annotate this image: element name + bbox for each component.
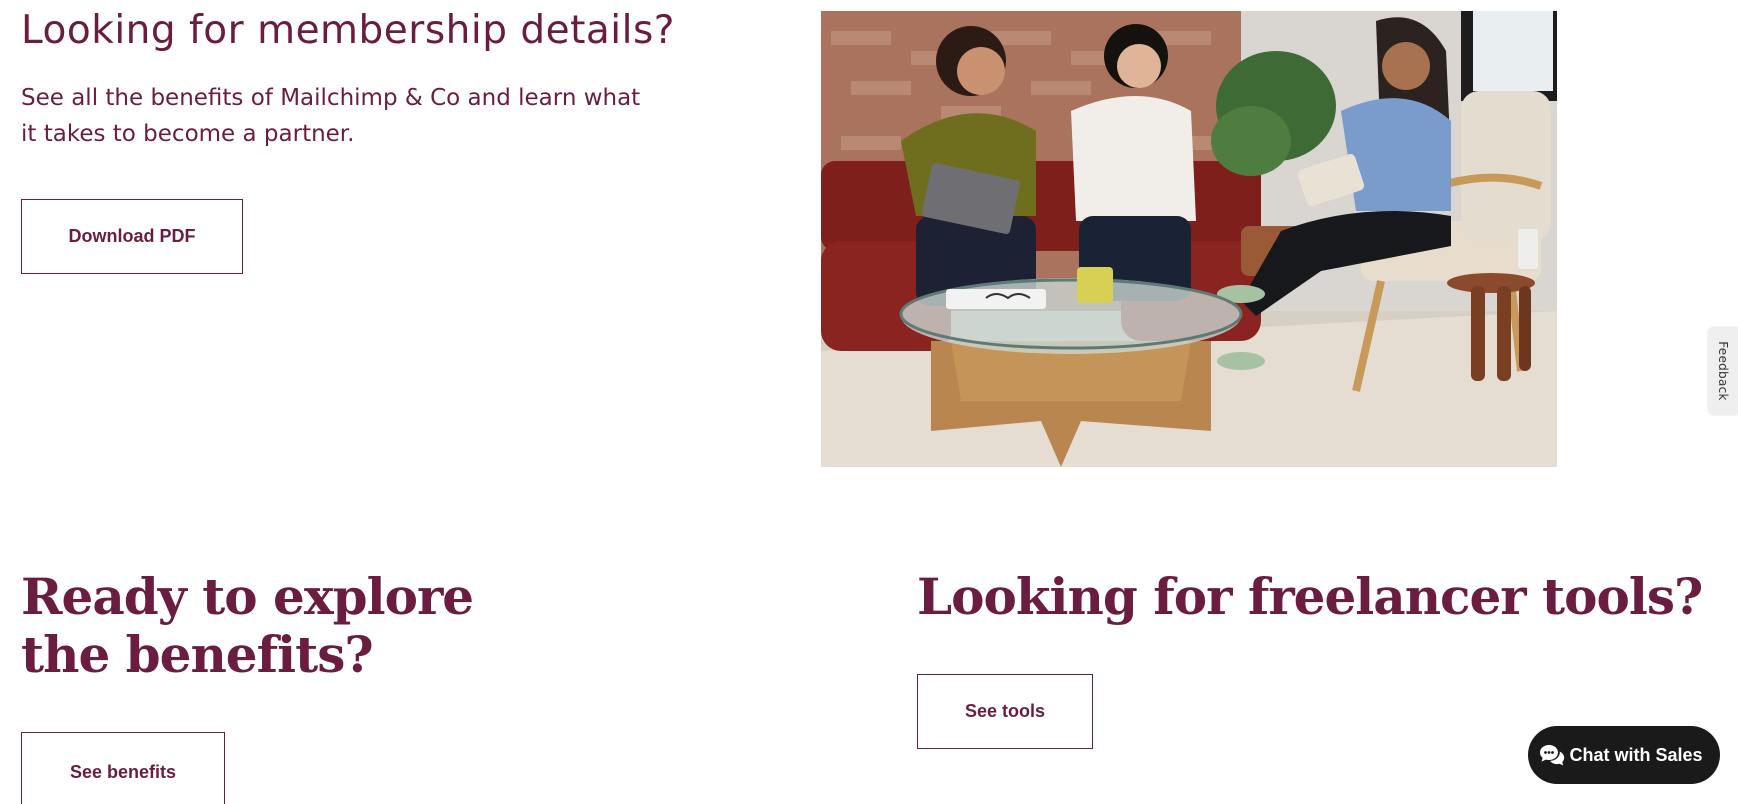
chat-with-sales-button[interactable]: Chat with Sales <box>1528 726 1720 784</box>
partner-page: Looking for membership details? See all … <box>0 0 1738 804</box>
membership-heading: Looking for membership details? <box>21 8 675 53</box>
download-pdf-button[interactable]: Download PDF <box>21 199 243 274</box>
chat-with-sales-label: Chat with Sales <box>1569 744 1703 765</box>
feedback-label: Feedback <box>1716 341 1731 401</box>
membership-description: See all the benefits of Mailchimp & Co a… <box>21 85 641 147</box>
freelancer-tools-heading: Looking for freelancer tools? <box>917 567 1703 626</box>
explore-benefits-heading: Ready to explore the benefits? <box>21 567 474 684</box>
see-benefits-button[interactable]: See benefits <box>21 732 225 804</box>
feedback-tab[interactable]: Feedback <box>1708 327 1738 415</box>
chat-bubbles-icon <box>1540 745 1565 766</box>
see-tools-button[interactable]: See tools <box>917 674 1093 749</box>
partners-meeting-photo <box>821 11 1557 467</box>
